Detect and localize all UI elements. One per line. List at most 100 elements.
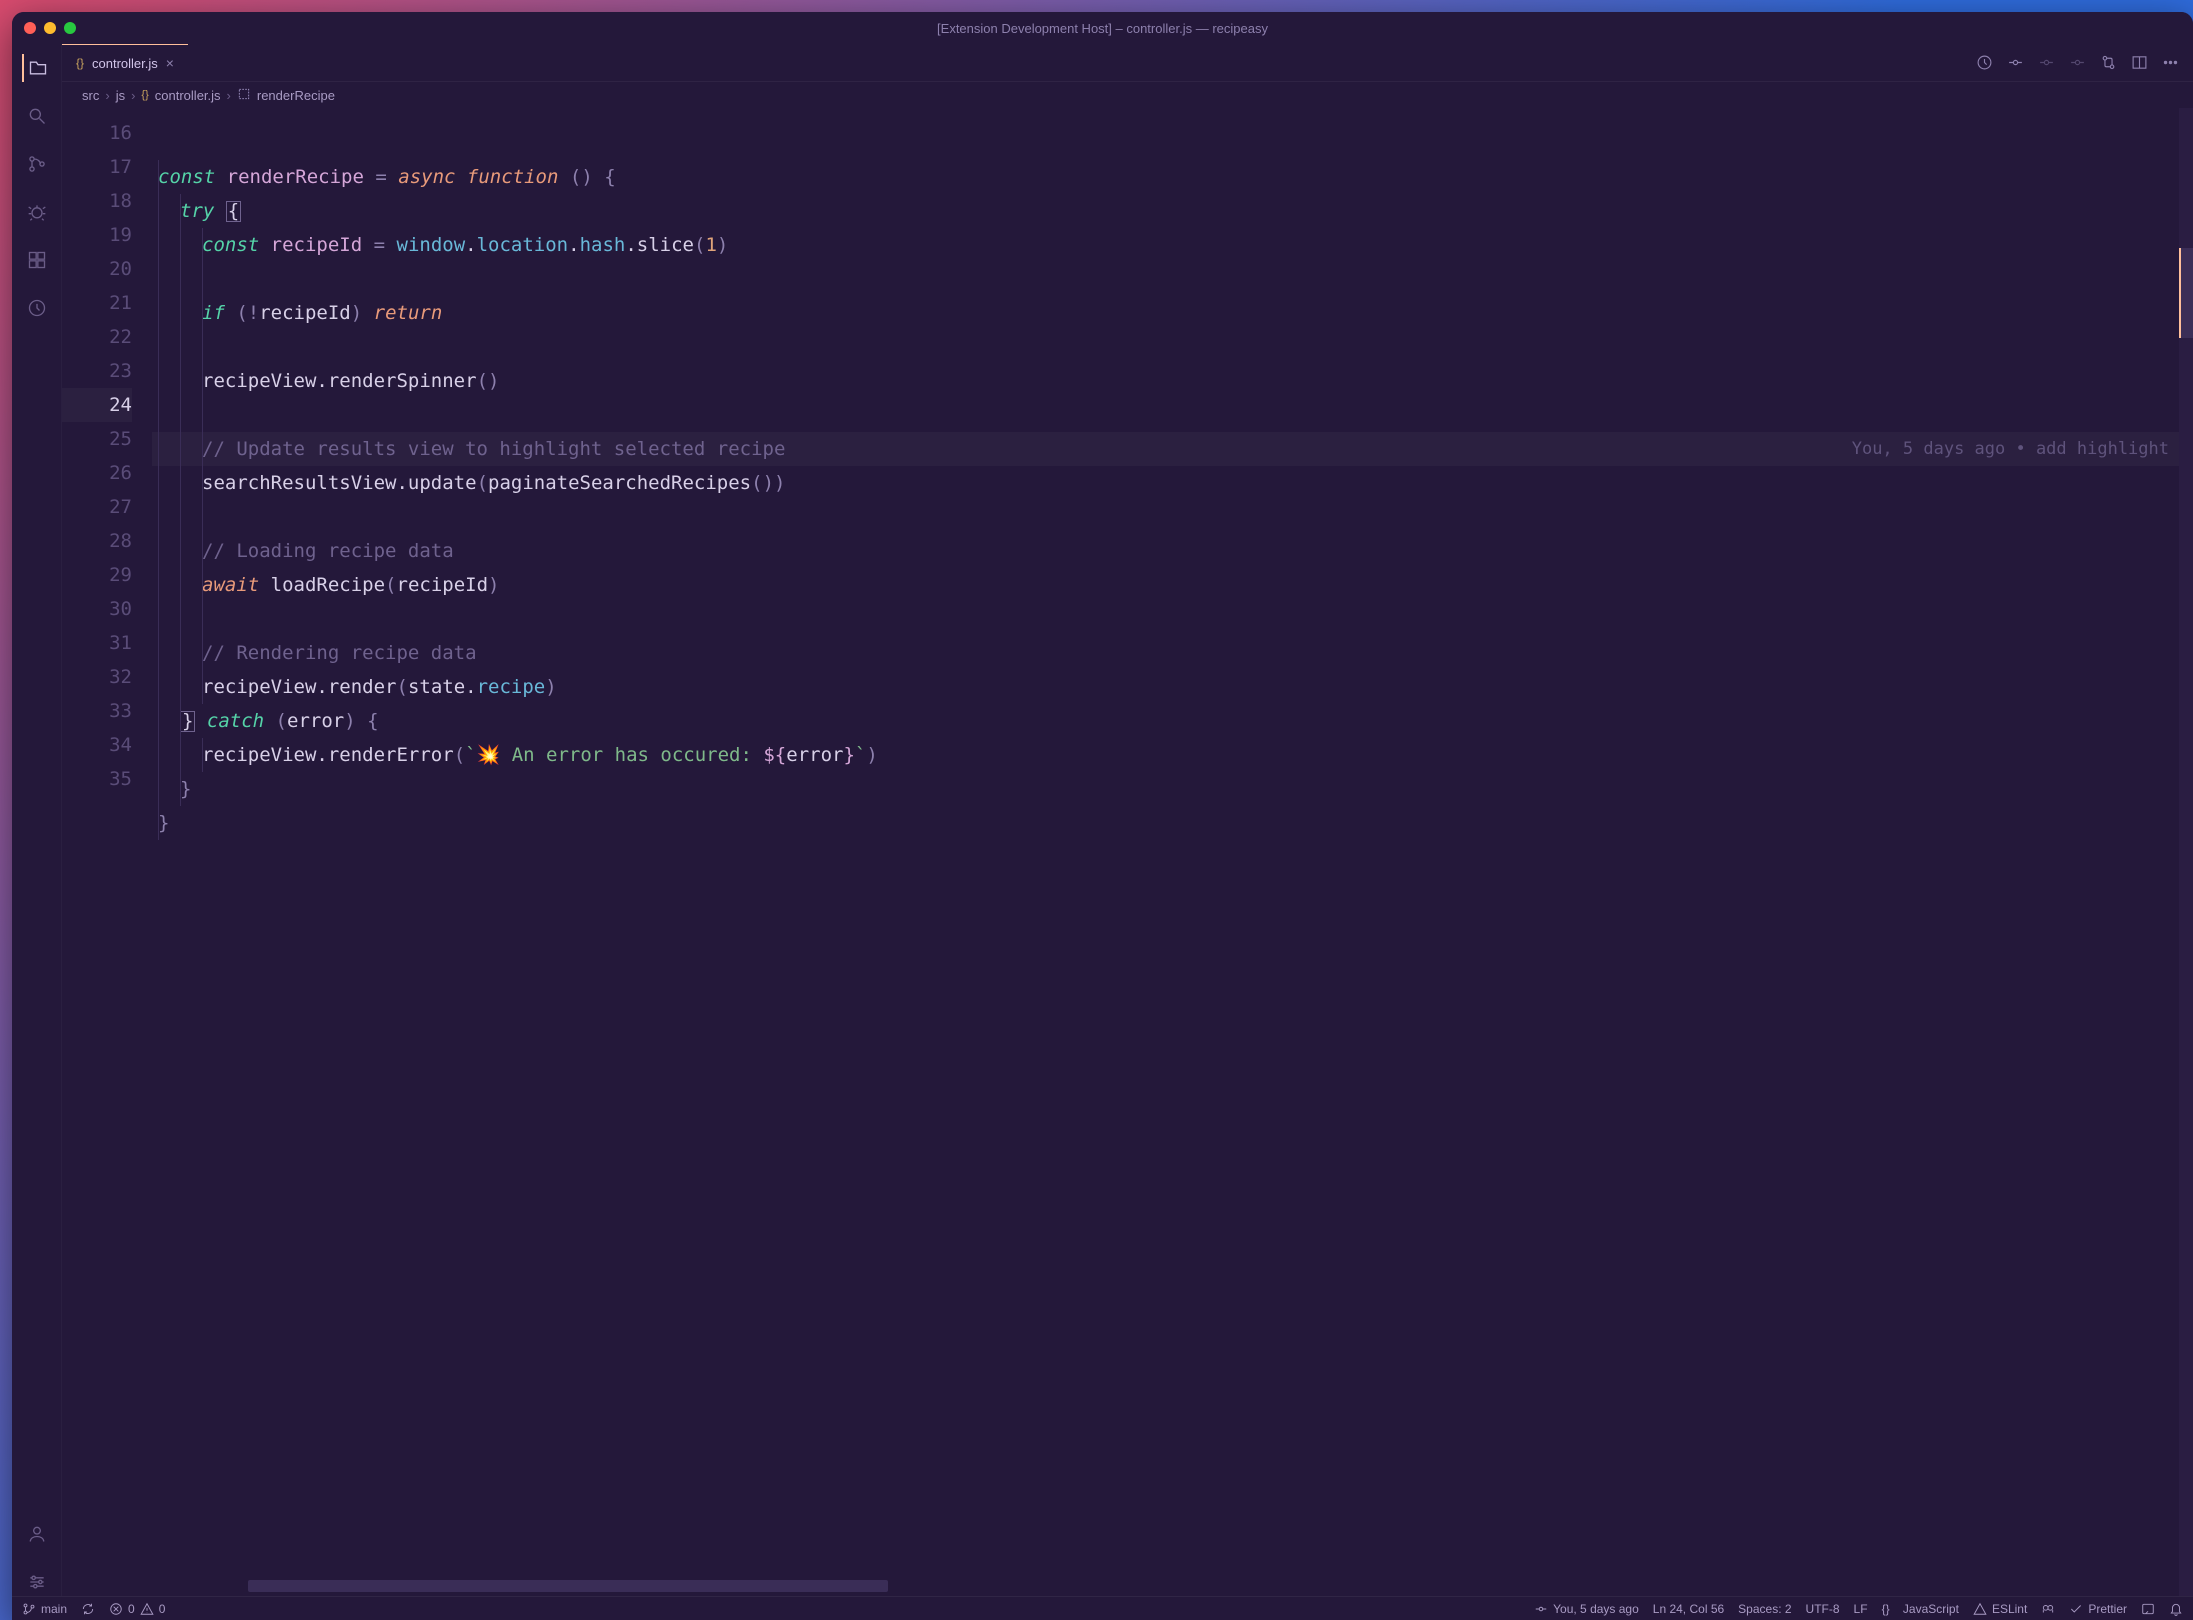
encoding-status[interactable]: UTF-8 (1806, 1602, 1840, 1616)
line-number: 33 (62, 694, 132, 728)
line-number: 18 (62, 184, 132, 218)
code-line[interactable]: // Rendering recipe data (152, 636, 2179, 670)
line-number: 21 (62, 286, 132, 320)
debug-icon[interactable] (23, 198, 51, 226)
code-line[interactable] (152, 398, 2179, 432)
breadcrumb-seg[interactable]: js (116, 88, 125, 103)
code-line[interactable] (152, 602, 2179, 636)
titlebar: [Extension Development Host] – controlle… (12, 12, 2193, 44)
line-number: 29 (62, 558, 132, 592)
line-number: 26 (62, 456, 132, 490)
minimap[interactable] (2179, 108, 2193, 1596)
js-file-icon: {} (76, 56, 84, 70)
git-next-icon[interactable] (2069, 54, 2086, 71)
code-editor[interactable]: 1617181920212223242526272829303132333435… (62, 108, 2193, 1596)
code-line[interactable]: } (152, 772, 2179, 806)
line-number: 25 (62, 422, 132, 456)
code-content[interactable]: const renderRecipe = async function () {… (152, 108, 2179, 1596)
code-line[interactable] (152, 330, 2179, 364)
line-number: 22 (62, 320, 132, 354)
prettier-status[interactable]: Prettier (2069, 1602, 2127, 1616)
git-commit-icon[interactable] (2007, 54, 2024, 71)
code-line[interactable]: recipeView.render(state.recipe) (152, 670, 2179, 704)
close-tab-icon[interactable]: × (166, 55, 174, 71)
activity-bar (12, 44, 62, 1596)
status-bar: main 0 0 You, 5 days ago Ln 24, Col 56 S… (12, 1596, 2193, 1620)
line-number: 23 (62, 354, 132, 388)
line-number: 27 (62, 490, 132, 524)
sync-status[interactable] (81, 1602, 95, 1616)
line-number: 31 (62, 626, 132, 660)
code-line[interactable] (152, 262, 2179, 296)
git-blame-lens[interactable]: You, 5 days ago • add highlight (1852, 432, 2169, 466)
split-editor-icon[interactable] (2131, 54, 2148, 71)
tab-label: controller.js (92, 56, 158, 71)
eol-status[interactable]: LF (1854, 1602, 1868, 1616)
editor-actions (1962, 44, 2193, 81)
blame-status[interactable]: You, 5 days ago (1534, 1602, 1639, 1616)
code-line[interactable]: try { (152, 194, 2179, 228)
window-title: [Extension Development Host] – controlle… (12, 21, 2193, 36)
line-number: 32 (62, 660, 132, 694)
breadcrumbs[interactable]: src › js › {} controller.js › renderReci… (62, 82, 2193, 108)
line-number: 17 (62, 150, 132, 184)
code-line[interactable]: } (152, 806, 2179, 840)
line-number: 19 (62, 218, 132, 252)
code-line[interactable]: searchResultsView.update(paginateSearche… (152, 466, 2179, 500)
bell-icon[interactable] (2169, 1602, 2183, 1616)
chevron-right-icon: › (131, 88, 135, 103)
code-line[interactable]: const recipeId = window.location.hash.sl… (152, 228, 2179, 262)
language-status[interactable]: {} JavaScript (1882, 1602, 1959, 1616)
close-window-button[interactable] (24, 22, 36, 34)
minimap-viewport[interactable] (2179, 248, 2193, 338)
line-number: 24 (62, 388, 132, 422)
line-number: 30 (62, 592, 132, 626)
gitlens-icon[interactable] (23, 294, 51, 322)
indentation-status[interactable]: Spaces: 2 (1738, 1602, 1791, 1616)
git-compare-icon[interactable] (2100, 54, 2117, 71)
symbol-icon (237, 87, 251, 104)
line-number: 16 (62, 116, 132, 150)
code-line[interactable]: } catch (error) { (152, 704, 2179, 738)
cursor-position-status[interactable]: Ln 24, Col 56 (1653, 1602, 1724, 1616)
history-icon[interactable] (1976, 54, 1993, 71)
breadcrumb-seg[interactable]: renderRecipe (257, 88, 335, 103)
chevron-right-icon: › (105, 88, 109, 103)
chevron-right-icon: › (227, 88, 231, 103)
code-line[interactable]: const renderRecipe = async function () { (152, 160, 2179, 194)
explorer-icon[interactable] (22, 54, 50, 82)
feedback-icon[interactable] (2141, 1602, 2155, 1616)
code-line[interactable]: recipeView.renderSpinner() (152, 364, 2179, 398)
line-number: 20 (62, 252, 132, 286)
account-icon[interactable] (23, 1520, 51, 1548)
code-line[interactable]: // Loading recipe data (152, 534, 2179, 568)
source-control-icon[interactable] (23, 150, 51, 178)
more-actions-icon[interactable] (2162, 54, 2179, 71)
git-prev-icon[interactable] (2038, 54, 2055, 71)
line-number: 28 (62, 524, 132, 558)
settings-icon[interactable] (23, 1568, 51, 1596)
js-file-icon: {} (141, 89, 148, 101)
code-line[interactable]: // Update results view to highlight sele… (152, 432, 2179, 466)
tabs-row: {} controller.js × (62, 44, 2193, 82)
horizontal-scrollbar[interactable] (248, 1580, 888, 1592)
editor-window: [Extension Development Host] – controlle… (12, 12, 2193, 1620)
breadcrumb-seg[interactable]: src (82, 88, 99, 103)
search-icon[interactable] (23, 102, 51, 130)
git-branch-status[interactable]: main (22, 1602, 67, 1616)
line-number: 34 (62, 728, 132, 762)
code-line[interactable] (152, 500, 2179, 534)
window-controls (24, 22, 76, 34)
code-line[interactable]: if (!recipeId) return (152, 296, 2179, 330)
extensions-icon[interactable] (23, 246, 51, 274)
breadcrumb-seg[interactable]: controller.js (155, 88, 221, 103)
eslint-status[interactable]: ESLint (1973, 1602, 2027, 1616)
minimize-window-button[interactable] (44, 22, 56, 34)
maximize-window-button[interactable] (64, 22, 76, 34)
line-number: 35 (62, 762, 132, 796)
tab-controller-js[interactable]: {} controller.js × (62, 44, 188, 81)
copilot-status[interactable] (2041, 1602, 2055, 1616)
errors-status[interactable]: 0 0 (109, 1602, 165, 1616)
code-line[interactable]: recipeView.renderError(`💥 An error has o… (152, 738, 2179, 772)
code-line[interactable]: await loadRecipe(recipeId) (152, 568, 2179, 602)
